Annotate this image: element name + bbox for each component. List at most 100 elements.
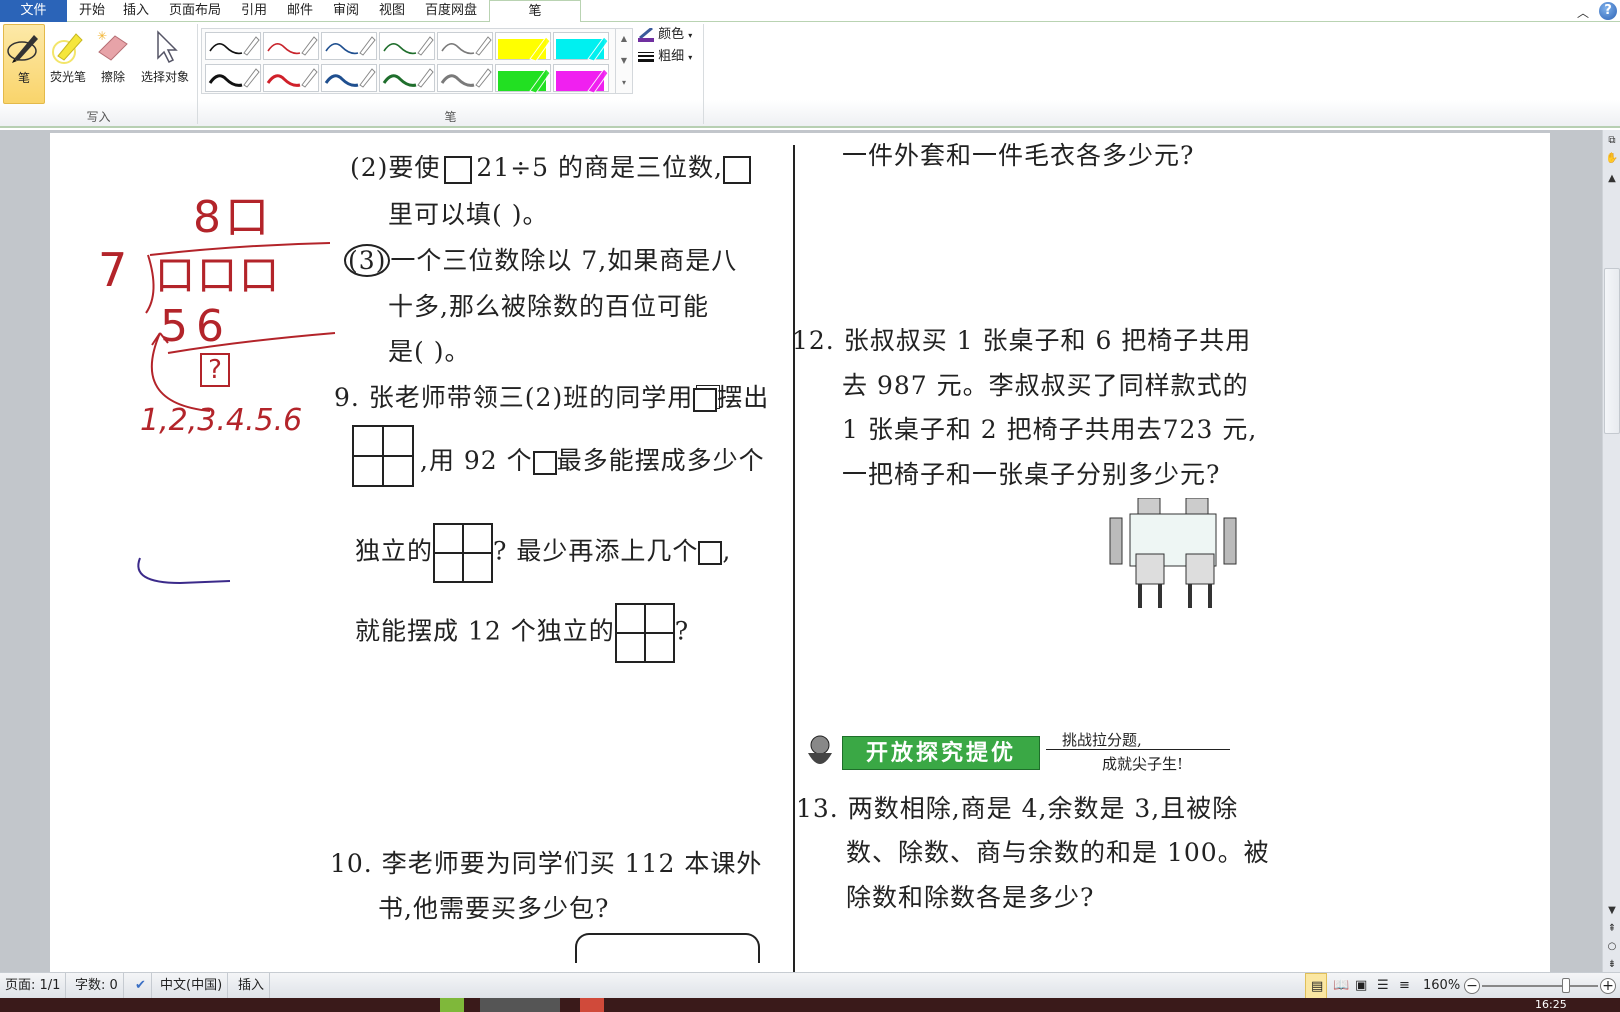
highlighter-swatch[interactable] <box>495 32 551 61</box>
zoom-level[interactable]: 160% <box>1418 973 1465 999</box>
pen-swatch[interactable] <box>379 32 435 60</box>
tab-insert[interactable]: 插入 <box>114 0 158 22</box>
handwritten-candidates: 1,2,3.4.5.6 <box>140 403 303 438</box>
question-13-line3: 除数和除数各是多少? <box>846 883 1095 912</box>
color-icon <box>638 27 654 42</box>
question-12-line2: 去 987 元。李叔叔买了同样款式的 <box>842 371 1249 400</box>
status-bar: 页面: 1/1 字数: 0 ✔ 中文(中国) 插入 ▤ 📖 ▣ ☰ ≡ 160%… <box>0 972 1620 999</box>
tab-view[interactable]: 视图 <box>370 0 414 22</box>
pan-hand-icon[interactable]: ✋ <box>1603 150 1620 168</box>
draft-view-icon[interactable]: ≡ <box>1394 973 1416 999</box>
scroll-down-icon[interactable]: ▼ <box>1603 902 1620 920</box>
blank-box <box>444 155 473 184</box>
zoom-out-icon[interactable]: − <box>1464 978 1480 994</box>
pen-swatch[interactable] <box>379 64 435 92</box>
tab-file[interactable]: 文件 <box>0 0 67 22</box>
question-8-3-line1: (3) 一个三位数除以 7,如果商是八 <box>344 241 737 277</box>
taskbar-active-app[interactable] <box>480 998 560 1012</box>
question-8-2-line1: (2)要使 21÷5 的商是三位数, <box>350 148 751 184</box>
column-divider <box>793 145 795 973</box>
document-page[interactable]: 8口 7 口口口 56 ? 1,2,3.4.5.6 (2)要使 21÷5 的商是三… <box>50 133 1550 973</box>
proofing-icon[interactable]: ✔ <box>130 973 152 999</box>
taskbar-app-icon[interactable] <box>440 998 464 1012</box>
pen-group-label: 笔 <box>444 110 457 124</box>
question-12-line4: 一把椅子和一张桌子分别多少元? <box>842 460 1221 489</box>
question-9-line3: 独立的? 最少再添上几个, <box>355 523 731 583</box>
question-9-line4: 就能摆成 12 个独立的? <box>355 603 689 663</box>
tab-references[interactable]: 引用 <box>232 0 276 22</box>
banner-slogan-1: 挑战拉分题, <box>1062 731 1142 749</box>
division-bracket-stroke <box>145 254 155 314</box>
tab-home[interactable]: 开始 <box>70 0 114 22</box>
answer-box <box>575 933 760 963</box>
help-icon[interactable]: ? <box>1599 2 1617 20</box>
previous-page-icon[interactable]: ⇞ <box>1603 920 1620 938</box>
question-8-2-line2: 里可以填( )。 <box>388 200 549 229</box>
question-8-3-line3: 是( )。 <box>388 337 471 366</box>
handwritten-dividend: 口口口 <box>155 253 281 299</box>
insert-mode[interactable]: 插入 <box>233 973 271 999</box>
zoom-slider-track[interactable] <box>1482 978 1598 993</box>
pen-swatch[interactable] <box>437 64 493 92</box>
tab-page-layout[interactable]: 页面布局 <box>160 0 230 22</box>
select-objects-button[interactable]: 选择对象 <box>135 24 195 104</box>
pen-button[interactable]: 笔 <box>3 24 45 104</box>
pen-swatch[interactable] <box>321 64 377 92</box>
highlighter-swatch[interactable] <box>495 64 551 93</box>
large-cube-icon <box>614 603 675 663</box>
vertical-scrollbar[interactable]: ⧉ ✋ ▲ ▼ ⇞ ○ ⇟ <box>1602 130 1620 972</box>
pen-swatch[interactable] <box>263 64 319 92</box>
group-separator <box>703 24 704 124</box>
minimize-ribbon-icon[interactable]: ︿ <box>1577 4 1589 21</box>
web-layout-icon[interactable]: ▣ <box>1350 973 1372 999</box>
small-cube-icon <box>693 387 718 412</box>
eraser-button[interactable]: ✳ 擦除 <box>92 24 134 104</box>
gallery-up-icon[interactable]: ▲ <box>616 28 632 50</box>
tab-mailings[interactable]: 邮件 <box>278 0 322 22</box>
gallery-scroll: ▲ ▼ ▾ <box>615 28 632 94</box>
pen-swatch[interactable] <box>321 32 377 60</box>
gallery-down-icon[interactable]: ▼ <box>616 50 632 72</box>
write-group-label: 写入 <box>86 110 111 124</box>
page-count[interactable]: 页面: 1/1 <box>0 973 67 999</box>
tab-review[interactable]: 审阅 <box>324 0 368 22</box>
zoom-slider-thumb[interactable] <box>1561 978 1570 993</box>
weight-button[interactable]: 粗细 ▾ <box>638 47 692 67</box>
small-cube-icon <box>698 541 723 565</box>
highlighter-button[interactable]: 荧光笔 <box>46 24 90 104</box>
question-10-line2: 书,他需要买多少包? <box>378 894 610 923</box>
color-button[interactable]: 颜色 ▾ <box>638 25 692 45</box>
highlighter-swatch[interactable] <box>553 32 609 61</box>
banner-slogan-2: 成就尖子生! <box>1102 755 1184 773</box>
taskbar: 16:25 <box>0 998 1620 1012</box>
highlighter-icon <box>46 24 90 68</box>
scroll-thumb[interactable] <box>1604 268 1620 434</box>
highlighter-swatch[interactable] <box>553 64 609 93</box>
pen-swatch[interactable] <box>263 32 319 60</box>
dropdown-arrow-icon: ▾ <box>688 53 693 62</box>
word-count[interactable]: 字数: 0 <box>70 973 124 999</box>
taskbar-app-icon[interactable] <box>580 998 604 1012</box>
question-12-line1: 12. 张叔叔买 1 张桌子和 6 把椅子共用 <box>792 326 1252 355</box>
pen-swatch[interactable] <box>437 32 493 60</box>
table-chairs-illustration <box>1109 498 1237 608</box>
full-screen-reading-icon[interactable]: 📖 <box>1328 973 1350 999</box>
small-cube-icon <box>532 450 557 475</box>
handwritten-divisor: 7 <box>98 243 128 297</box>
pen-swatch[interactable] <box>205 64 261 92</box>
outline-view-icon[interactable]: ☰ <box>1372 973 1394 999</box>
bracket-stroke <box>137 557 231 585</box>
language[interactable]: 中文(中国) <box>155 973 229 999</box>
tab-pen[interactable]: 笔 <box>489 0 581 23</box>
gallery-more-icon[interactable]: ▾ <box>616 72 632 94</box>
tab-baidu-netdisk[interactable]: 百度网盘 <box>416 0 486 22</box>
scroll-up-icon[interactable]: ▲ <box>1603 170 1620 188</box>
svg-text:✳: ✳ <box>97 29 107 43</box>
print-layout-view-icon[interactable]: ▤ <box>1305 973 1327 999</box>
view-ruler-icon[interactable]: ⧉ <box>1603 132 1620 150</box>
blank-box <box>722 155 751 184</box>
pen-swatch[interactable] <box>205 32 261 60</box>
zoom-in-icon[interactable]: + <box>1600 978 1616 994</box>
browse-object-icon[interactable]: ○ <box>1603 938 1620 956</box>
question-10-line1: 10. 李老师要为同学们买 112 本课外 <box>330 849 763 878</box>
